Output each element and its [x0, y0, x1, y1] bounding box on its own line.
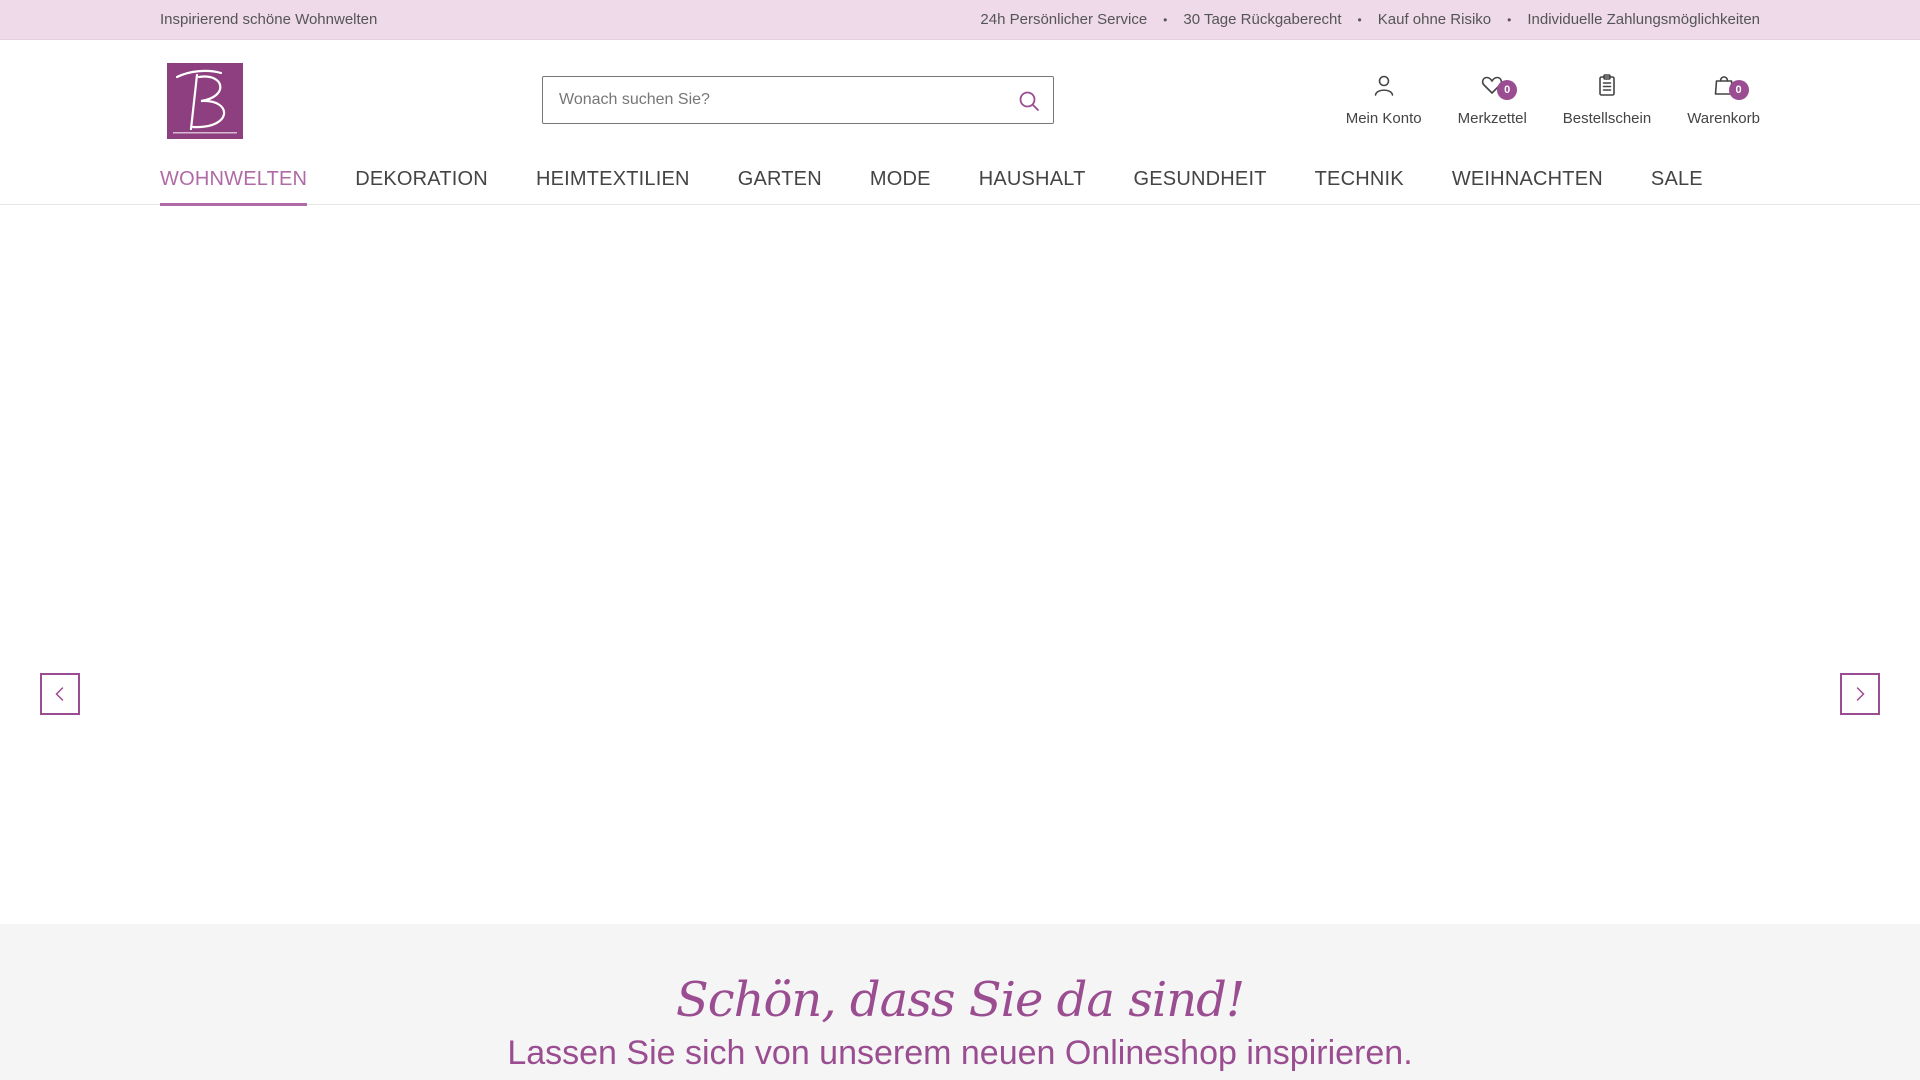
- wishlist-count-badge: 0: [1497, 80, 1518, 100]
- clipboard-icon: [1592, 70, 1622, 100]
- usp-item: Individuelle Zahlungsmöglichkeiten: [1527, 11, 1760, 28]
- topbar-tagline: Inspirierend schöne Wohnwelten: [160, 11, 378, 28]
- site-header: Mein Konto 0 Merkzettel Best: [0, 40, 1920, 206]
- shopping-bag-icon: 0: [1709, 70, 1749, 100]
- header-actions: Mein Konto 0 Merkzettel Bestellschein 0 …: [1310, 70, 1760, 127]
- nav-item-gesundheit[interactable]: GESUNDHEIT: [1134, 165, 1267, 205]
- account-button[interactable]: Mein Konto: [1346, 70, 1422, 127]
- cart-count-badge: 0: [1728, 80, 1749, 100]
- wishlist-button[interactable]: 0 Merkzettel: [1458, 70, 1527, 127]
- order-form-label: Bestellschein: [1562, 110, 1652, 127]
- usp-item: 30 Tage Rückgaberecht: [1183, 11, 1342, 28]
- usp-separator: •: [1163, 12, 1168, 27]
- usp-list: 24h Persönlicher Service • 30 Tage Rückg…: [980, 11, 1760, 28]
- top-info-bar: Inspirierend schöne Wohnwelten 24h Persö…: [0, 0, 1920, 40]
- search-box: [542, 76, 1054, 124]
- search-icon[interactable]: [1015, 87, 1043, 115]
- user-icon: [1369, 70, 1399, 100]
- usp-separator: •: [1357, 12, 1362, 27]
- wishlist-label: Merkzettel: [1457, 110, 1527, 127]
- hero-slider: [0, 206, 1920, 924]
- account-label: Mein Konto: [1345, 110, 1422, 127]
- usp-item: Kauf ohne Risiko: [1377, 11, 1492, 28]
- heart-icon: 0: [1477, 70, 1518, 100]
- cart-button[interactable]: 0 Warenkorb: [1687, 70, 1760, 127]
- welcome-subline: Lassen Sie sich von unserem neuen Online…: [507, 1034, 1413, 1072]
- welcome-headline: Schön, dass Sie da sind!: [675, 972, 1245, 1028]
- nav-item-haushalt[interactable]: HAUSHALT: [979, 165, 1086, 205]
- slider-next-button[interactable]: [1840, 673, 1880, 715]
- main-navigation: WOHNWELTEN DEKORATION HEIMTEXTILIEN GART…: [160, 165, 1751, 206]
- nav-item-sale[interactable]: SALE: [1651, 165, 1703, 205]
- nav-item-garten[interactable]: GARTEN: [738, 165, 822, 205]
- nav-item-weihnachten[interactable]: WEIHNACHTEN: [1452, 165, 1603, 205]
- welcome-section: Schön, dass Sie da sind! Lassen Sie sich…: [0, 924, 1920, 1080]
- nav-item-wohnwelten[interactable]: WOHNWELTEN: [160, 165, 308, 206]
- nav-item-heimtextilien[interactable]: HEIMTEXTILIEN: [536, 165, 690, 205]
- order-form-button[interactable]: Bestellschein: [1563, 70, 1651, 127]
- cart-label: Warenkorb: [1687, 110, 1760, 127]
- usp-item: 24h Persönlicher Service: [980, 11, 1148, 28]
- usp-separator: •: [1507, 12, 1512, 27]
- chevron-left-icon: [55, 687, 64, 701]
- nav-item-dekoration[interactable]: DEKORATION: [355, 165, 488, 205]
- search-input[interactable]: [543, 77, 1003, 123]
- slider-prev-button[interactable]: [40, 673, 80, 715]
- chevron-right-icon: [1856, 687, 1865, 701]
- nav-item-mode[interactable]: MODE: [870, 165, 931, 205]
- nav-item-technik[interactable]: TECHNIK: [1315, 165, 1404, 205]
- brand-logo-icon[interactable]: [167, 63, 243, 139]
